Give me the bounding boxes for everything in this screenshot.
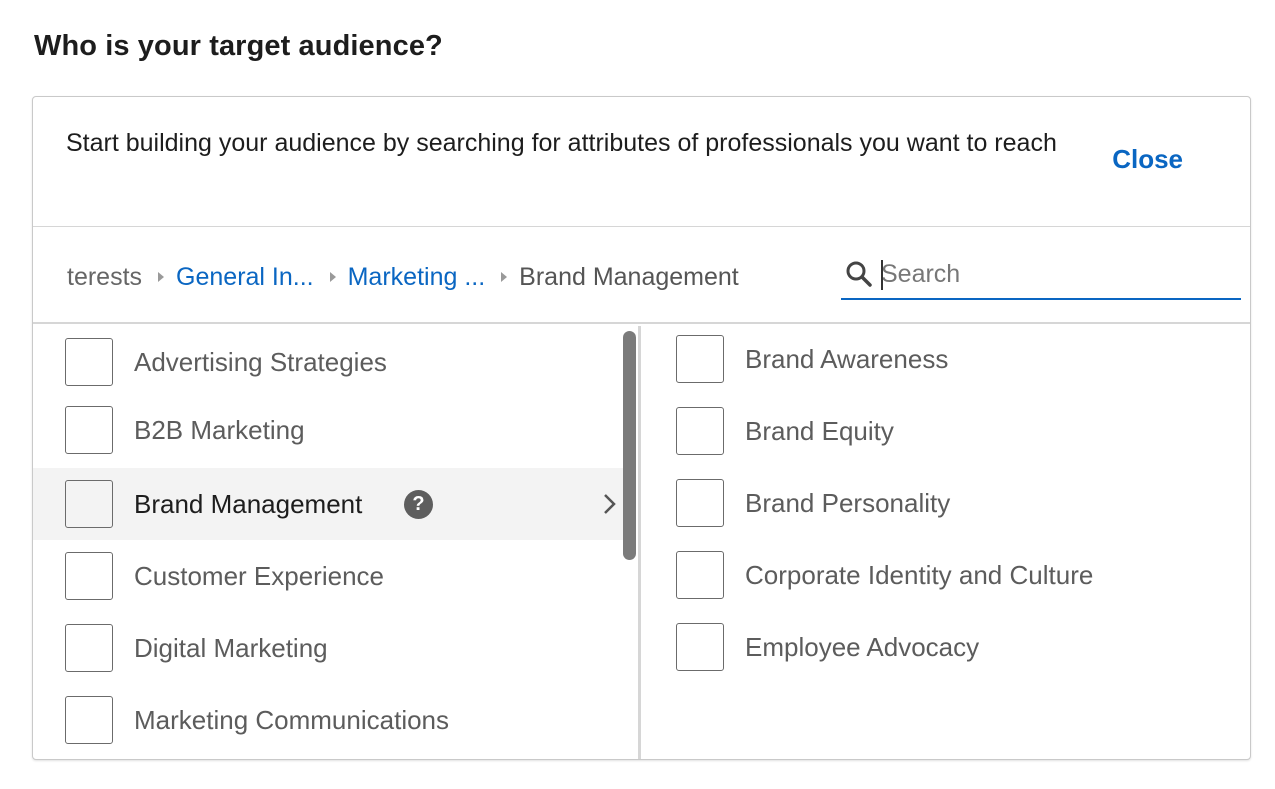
checkbox[interactable] — [65, 338, 113, 386]
category-columns: Advertising Strategies B2B Marketing Bra… — [33, 323, 1250, 759]
list-item-label: Employee Advocacy — [745, 631, 980, 662]
list-item-label: Brand Personality — [745, 487, 951, 518]
scrollbar-thumb[interactable] — [623, 331, 636, 560]
breadcrumb: terests General In... Marketing ... Bran… — [67, 260, 739, 294]
list-item-brand-personality[interactable]: Brand Personality — [644, 467, 1244, 539]
search-box[interactable] — [841, 250, 1241, 300]
search-input[interactable] — [881, 254, 1231, 294]
intro-text: Start building your audience by searchin… — [66, 129, 1057, 157]
list-item-label: Customer Experience — [134, 560, 384, 591]
list-item-label: Brand Equity — [745, 415, 894, 446]
page-title: Who is your target audience? — [34, 30, 443, 62]
list-item-label: Corporate Identity and Culture — [745, 559, 1094, 590]
caret-right-icon — [501, 272, 508, 282]
list-item-marketing-communications[interactable]: Marketing Communications — [33, 684, 623, 756]
breadcrumb-item-general-interests[interactable]: General In... — [176, 263, 314, 292]
list-item-label: Brand Awareness — [745, 343, 949, 374]
close-button[interactable]: Close — [1112, 144, 1183, 175]
checkbox[interactable] — [676, 551, 724, 599]
list-item-corporate-identity-and-culture[interactable]: Corporate Identity and Culture — [644, 539, 1244, 611]
caret-right-icon — [158, 272, 165, 282]
list-item-brand-equity[interactable]: Brand Equity — [644, 395, 1244, 467]
chevron-right-icon[interactable] — [599, 489, 619, 519]
list-item-brand-awareness[interactable]: Brand Awareness — [644, 323, 1244, 395]
checkbox[interactable] — [676, 407, 724, 455]
list-item-advertising-strategies[interactable]: Advertising Strategies — [33, 326, 623, 398]
list-item-b2b-marketing[interactable]: B2B Marketing — [33, 394, 623, 466]
checkbox[interactable] — [65, 696, 113, 744]
list-item-label: Digital Marketing — [134, 632, 328, 663]
list-item-customer-experience[interactable]: Customer Experience — [33, 540, 623, 612]
checkbox[interactable] — [65, 480, 113, 528]
category-list: Advertising Strategies B2B Marketing Bra… — [33, 326, 641, 759]
panel-header: Start building your audience by searchin… — [33, 97, 1250, 227]
checkbox[interactable] — [65, 406, 113, 454]
breadcrumb-item-interests[interactable]: terests — [67, 263, 142, 292]
question-circle-icon[interactable]: ? — [404, 489, 433, 519]
breadcrumb-bar: terests General In... Marketing ... Bran… — [33, 228, 1250, 324]
breadcrumb-item-marketing[interactable]: Marketing ... — [348, 263, 486, 292]
list-item-label: Advertising Strategies — [134, 346, 387, 377]
search-icon — [846, 261, 872, 287]
caret-right-icon — [329, 272, 336, 282]
breadcrumb-item-current: Brand Management — [519, 262, 739, 291]
checkbox[interactable] — [676, 623, 724, 671]
list-item-employee-advocacy[interactable]: Employee Advocacy — [644, 611, 1244, 683]
list-item-label: Marketing Communications — [134, 704, 450, 735]
checkbox[interactable] — [676, 479, 724, 527]
checkbox[interactable] — [65, 552, 113, 600]
list-item-label: B2B Marketing — [134, 414, 305, 445]
checkbox[interactable] — [676, 335, 724, 383]
list-item-digital-marketing[interactable]: Digital Marketing — [33, 612, 623, 684]
list-item-label: Brand Management — [134, 488, 363, 519]
checkbox[interactable] — [65, 624, 113, 672]
audience-panel: Start building your audience by searchin… — [32, 96, 1251, 760]
subcategory-list: Brand Awareness Brand Equity Brand Perso… — [644, 323, 1250, 759]
text-caret — [881, 260, 883, 290]
list-item-brand-management[interactable]: Brand Management ? — [33, 468, 623, 540]
